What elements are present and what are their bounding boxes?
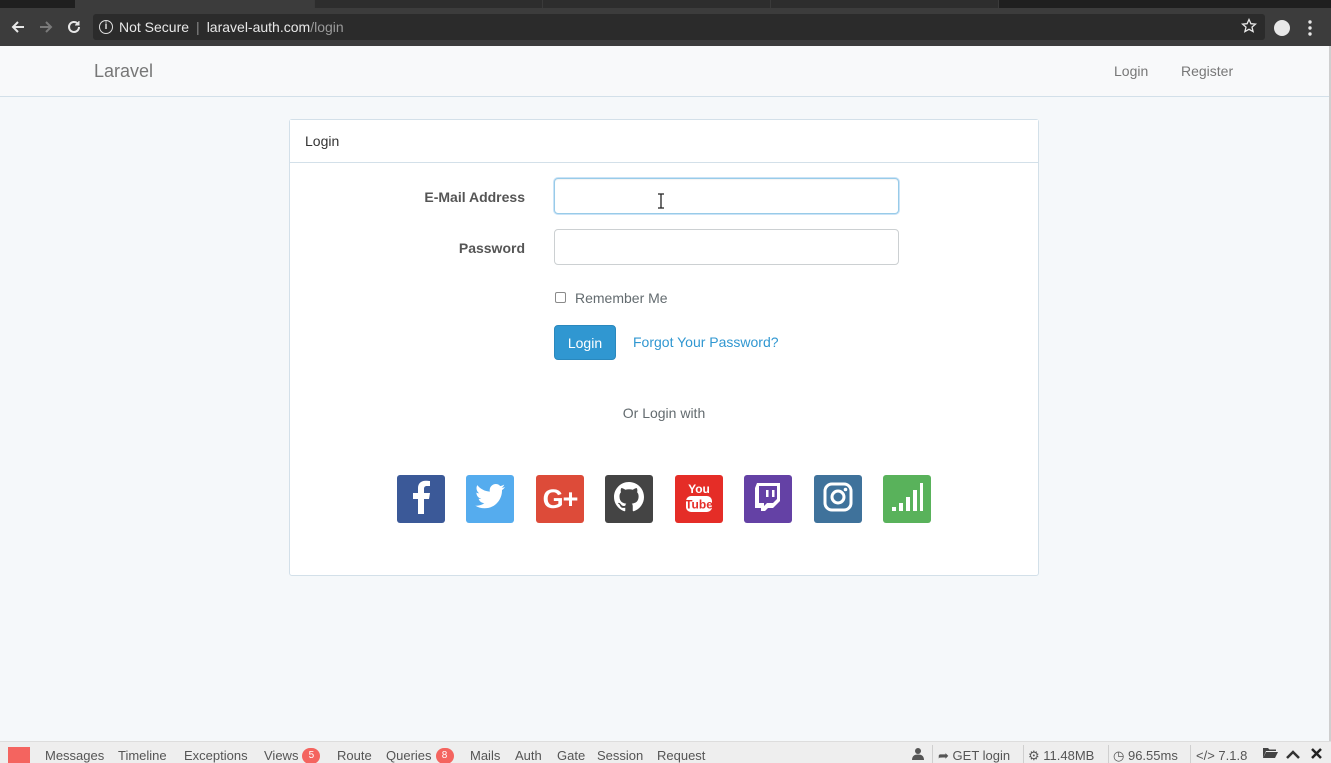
- twitch-icon: [754, 482, 782, 517]
- browser-menu-icon[interactable]: [1305, 19, 1315, 37]
- youtube-icon: You Tube: [684, 480, 714, 519]
- signal-login-button[interactable]: [883, 475, 931, 523]
- email-input[interactable]: [554, 178, 899, 214]
- panel-heading: Login: [290, 120, 1038, 163]
- php-version-text: 7.1.8: [1218, 748, 1248, 763]
- debugbar-request-info: ➦ GET login: [938, 748, 1010, 763]
- debugbar-queries-label: Queries: [386, 748, 432, 763]
- password-input[interactable]: [554, 229, 899, 265]
- debugbar-memory: ⚙ 11.48MB: [1028, 748, 1094, 763]
- forward-icon[interactable]: [36, 17, 56, 37]
- share-arrow-icon: ➦: [938, 748, 949, 763]
- url-path: /login: [310, 19, 344, 35]
- reload-icon[interactable]: [64, 17, 84, 37]
- memory-text: 11.48MB: [1043, 748, 1095, 763]
- debugbar-tab-auth[interactable]: Auth: [515, 748, 542, 763]
- nav-register-link[interactable]: Register: [1181, 63, 1233, 79]
- browser-tab[interactable]: [543, 0, 771, 8]
- debugbar-views-label: Views: [264, 748, 299, 763]
- svg-text:You: You: [688, 482, 710, 496]
- debugbar-php-version: </> 7.1.8: [1196, 748, 1247, 763]
- youtube-login-button[interactable]: You Tube: [675, 475, 723, 523]
- views-count-badge: 5: [302, 748, 321, 763]
- debugbar: Messages Timeline Exceptions Views 5 Rout…: [0, 741, 1331, 763]
- google-plus-login-button[interactable]: G+: [536, 475, 584, 523]
- close-icon[interactable]: [1311, 747, 1322, 762]
- debugbar-divider: [932, 745, 933, 763]
- debugbar-tab-session[interactable]: Session: [597, 748, 643, 763]
- debugbar-tab-gate[interactable]: Gate: [557, 748, 585, 763]
- debugbar-divider: [1190, 745, 1191, 763]
- chevron-up-icon[interactable]: [1286, 747, 1300, 762]
- info-icon[interactable]: i: [99, 20, 113, 34]
- debugbar-divider: [1108, 745, 1109, 763]
- debugbar-tab-route[interactable]: Route: [337, 748, 372, 763]
- browser-tab[interactable]: [771, 0, 999, 8]
- debugbar-tab-mails[interactable]: Mails: [470, 748, 500, 763]
- brand-link[interactable]: Laravel: [94, 61, 153, 82]
- remember-me-checkbox[interactable]: [555, 292, 566, 303]
- or-login-with-text: Or Login with: [622, 405, 706, 421]
- security-label: Not Secure: [119, 19, 190, 35]
- github-icon: [614, 481, 644, 517]
- svg-text:Tube: Tube: [685, 497, 713, 511]
- github-login-button[interactable]: [605, 475, 653, 523]
- code-icon: </>: [1196, 748, 1215, 763]
- folder-open-icon[interactable]: [1262, 746, 1278, 762]
- queries-count-badge: 8: [435, 748, 454, 763]
- debugbar-divider: [1023, 745, 1024, 763]
- browser-toolbar: i Not Secure | laravel-auth.com/login: [0, 8, 1331, 46]
- signal-bars-icon: [890, 481, 924, 518]
- email-label: E-Mail Address: [424, 189, 525, 205]
- debugbar-tab-queries[interactable]: Queries 8: [386, 748, 454, 763]
- time-text: 96.55ms: [1127, 748, 1178, 763]
- app-navbar: Laravel Login Register: [0, 46, 1329, 97]
- nav-login-link[interactable]: Login: [1114, 63, 1148, 79]
- address-bar[interactable]: i Not Secure | laravel-auth.com/login: [93, 14, 1265, 40]
- text-cursor-icon: [657, 193, 665, 214]
- debugbar-tab-request[interactable]: Request: [657, 748, 705, 763]
- twitter-login-button[interactable]: [466, 475, 514, 523]
- debugbar-time: ◷ 96.55ms: [1113, 748, 1178, 763]
- debugbar-tab-messages[interactable]: Messages: [45, 748, 104, 763]
- instagram-login-button[interactable]: [814, 475, 862, 523]
- debugbar-tab-timeline[interactable]: Timeline: [118, 748, 167, 763]
- debugbar-tab-views[interactable]: Views 5: [264, 748, 321, 763]
- google-plus-icon: G+: [542, 483, 579, 514]
- password-label: Password: [458, 240, 525, 256]
- back-icon[interactable]: [8, 17, 28, 37]
- method-route-text: GET login: [952, 748, 1011, 763]
- debugbar-tab-exceptions[interactable]: Exceptions: [184, 748, 248, 763]
- clock-icon: ◷: [1113, 748, 1125, 763]
- forgot-password-link[interactable]: Forgot Your Password?: [633, 334, 779, 350]
- bookmark-star-icon[interactable]: [1240, 17, 1258, 37]
- browser-tab[interactable]: [315, 0, 543, 8]
- remember-me-label[interactable]: Remember Me: [575, 290, 668, 306]
- url-host: laravel-auth.com: [206, 19, 311, 35]
- browser-tab-strip: [0, 0, 1331, 8]
- facebook-icon: [409, 480, 433, 519]
- browser-tab-active[interactable]: [75, 0, 315, 8]
- login-panel: Login E-Mail Address Password Remember M…: [289, 119, 1039, 576]
- login-button[interactable]: Login: [554, 325, 616, 360]
- user-icon[interactable]: [912, 747, 924, 763]
- facebook-login-button[interactable]: [397, 475, 445, 523]
- twitch-login-button[interactable]: [744, 475, 792, 523]
- instagram-icon: [823, 482, 853, 517]
- address-separator: |: [196, 19, 200, 35]
- profile-avatar-icon[interactable]: [1274, 20, 1290, 36]
- twitter-icon: [474, 483, 506, 515]
- debugbar-logo-icon[interactable]: [8, 747, 30, 763]
- cogs-icon: ⚙: [1028, 748, 1040, 763]
